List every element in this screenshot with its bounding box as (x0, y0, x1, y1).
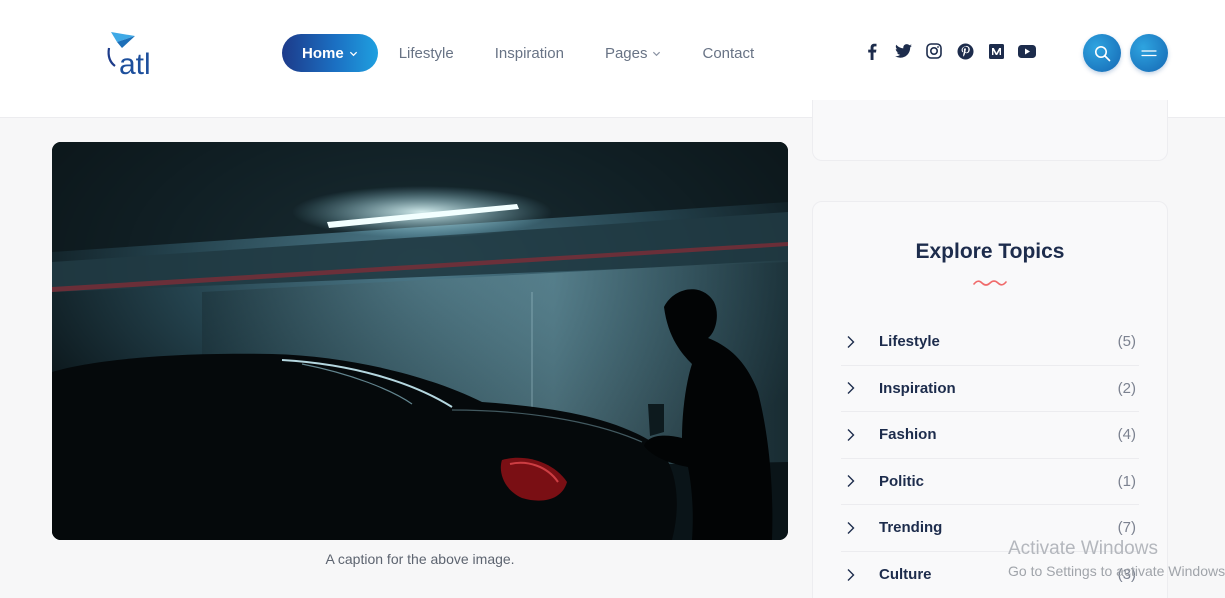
topic-label: Politic (879, 472, 925, 490)
menu-button[interactable] (1130, 34, 1168, 72)
search-icon (1094, 45, 1110, 61)
topic-item-fashion[interactable]: Fashion (4) (841, 412, 1139, 459)
nav-item-home[interactable]: Home (282, 34, 378, 72)
menu-icon (1141, 50, 1157, 57)
topic-count: (7) (1117, 519, 1136, 537)
search-button[interactable] (1083, 34, 1121, 72)
topic-count: (2) (1117, 379, 1136, 397)
logo-text: atl (119, 48, 151, 80)
site-logo[interactable]: atl (105, 26, 167, 80)
chevron-down-icon (349, 51, 357, 56)
nav-item-contact[interactable]: Contact (702, 34, 754, 72)
chevron-right-icon (847, 335, 855, 348)
nav-item-label: Home (302, 44, 344, 62)
youtube-icon[interactable] (1017, 41, 1037, 61)
main-nav: Home Lifestyle Inspiration Pages Contact (282, 34, 795, 72)
topic-item-inspiration[interactable]: Inspiration (2) (841, 366, 1139, 412)
topic-count: (3) (1117, 566, 1136, 584)
nav-item-inspiration[interactable]: Inspiration (495, 34, 564, 72)
nav-item-label: Pages (604, 44, 648, 62)
topic-count: (4) (1117, 426, 1136, 444)
title-squiggle-decoration (973, 280, 1007, 286)
nav-item-label: Inspiration (494, 44, 564, 62)
topic-item-politic[interactable]: Politic (1) (841, 459, 1139, 505)
topic-item-culture[interactable]: Culture (3) (841, 552, 1139, 598)
social-links (862, 40, 1048, 62)
nav-item-label: Contact (702, 44, 755, 62)
chevron-right-icon (847, 521, 855, 534)
topic-label: Culture (879, 566, 932, 584)
article-image (52, 142, 788, 540)
instagram-icon[interactable] (924, 41, 944, 61)
chevron-right-icon (847, 382, 855, 395)
topic-label: Trending (879, 519, 943, 537)
image-caption: A caption for the above image. (325, 551, 515, 567)
topic-label: Inspiration (879, 379, 956, 397)
topic-count: (5) (1117, 333, 1136, 351)
topic-item-trending[interactable]: Trending (7) (841, 505, 1139, 552)
chevron-right-icon (847, 475, 855, 488)
nav-item-label: Lifestyle (398, 44, 454, 62)
nav-item-lifestyle[interactable]: Lifestyle (399, 34, 454, 72)
logo-mark: atl (107, 32, 151, 80)
widget-title: Explore Topics (915, 240, 1065, 263)
nav-item-pages[interactable]: Pages (605, 34, 662, 72)
chevron-right-icon (847, 428, 855, 441)
topic-list: Lifestyle (5) Inspiration (2) Fashion (4… (841, 319, 1139, 598)
topic-item-lifestyle[interactable]: Lifestyle (5) (841, 319, 1139, 366)
chevron-right-icon (847, 568, 855, 581)
facebook-icon[interactable] (862, 41, 882, 61)
article-body-text (52, 590, 788, 598)
previous-widget (812, 100, 1168, 161)
chevron-down-icon (653, 51, 661, 56)
topic-label: Fashion (879, 426, 937, 444)
twitter-icon[interactable] (893, 41, 913, 61)
parking-garage-photo (52, 142, 788, 540)
previous-text-fragment (52, 104, 788, 120)
topic-label: Lifestyle (879, 333, 940, 351)
topic-count: (1) (1117, 472, 1136, 490)
explore-topics-widget: Explore Topics Lifestyle (5) Inspiration… (812, 201, 1168, 598)
pinterest-icon[interactable] (955, 41, 975, 61)
medium-icon[interactable] (986, 41, 1006, 61)
